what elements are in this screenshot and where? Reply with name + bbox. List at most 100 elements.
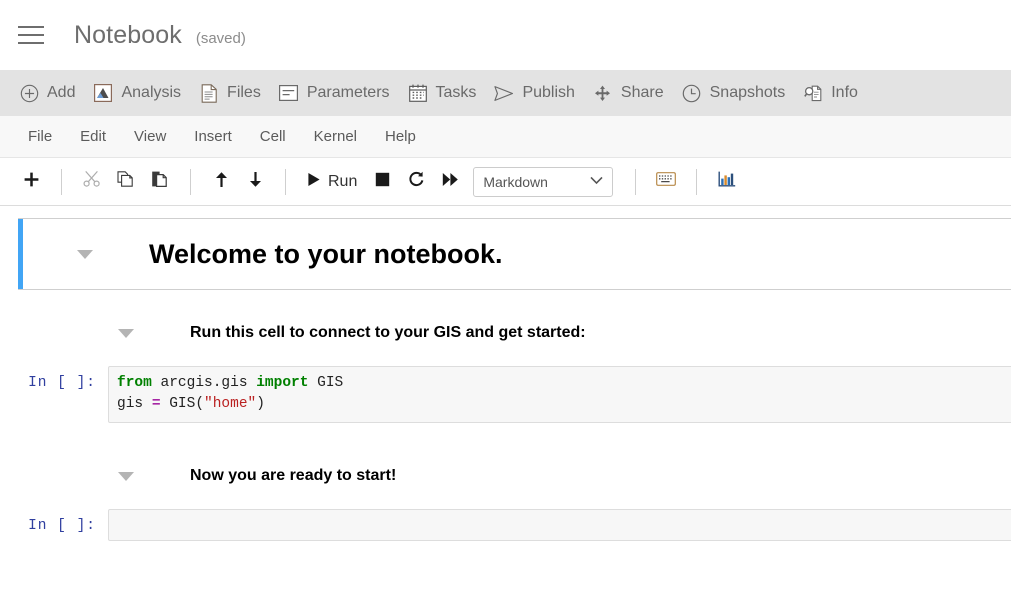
- toolbar-label: Files: [227, 84, 261, 102]
- share-node-icon: [593, 83, 613, 103]
- app-header: Notebook (saved): [0, 0, 1011, 70]
- calendar-icon: [408, 83, 428, 103]
- cell-prompt: In [ ]:: [18, 366, 108, 391]
- parameters-form-icon: [279, 83, 299, 103]
- bar-chart-icon: [718, 171, 736, 192]
- hamburger-line: [18, 42, 44, 44]
- menu-item-help[interactable]: Help: [371, 124, 430, 149]
- hamburger-line: [18, 34, 44, 36]
- toolbar-item-share[interactable]: Share: [584, 70, 673, 116]
- arrow-down-icon: [247, 171, 264, 193]
- toolbar-label: Analysis: [121, 84, 181, 102]
- arrow-up-icon: [213, 171, 230, 193]
- restart-circular-arrow-icon: [408, 171, 425, 193]
- toolbar-item-parameters[interactable]: Parameters: [270, 70, 399, 116]
- fast-forward-icon: [442, 172, 459, 192]
- keyboard-shortcuts-button[interactable]: [649, 167, 683, 197]
- plus-icon: [23, 171, 40, 193]
- analysis-icon: [93, 83, 113, 103]
- toolbar-item-analysis[interactable]: Analysis: [84, 70, 190, 116]
- toolbar-divider: [190, 169, 191, 195]
- notebook-cell-markdown[interactable]: Run this cell to connect to your GIS and…: [18, 308, 1011, 358]
- toolbar-label: Info: [831, 84, 858, 102]
- copy-icon: [117, 170, 135, 193]
- paper-plane-icon: [494, 83, 514, 103]
- code-editor[interactable]: [108, 509, 1011, 541]
- toolbar-divider: [635, 169, 636, 195]
- code-editor[interactable]: from arcgis.gis import GIS gis = GIS("ho…: [108, 366, 1011, 423]
- paste-cell-button[interactable]: [143, 167, 177, 197]
- toolbar-item-add[interactable]: Add: [10, 70, 84, 116]
- notebook-toolbar: Run Markdown: [0, 158, 1011, 206]
- code-keyword-import: import: [256, 375, 308, 391]
- code-paren-close: ): [256, 396, 265, 412]
- file-document-icon: [199, 83, 219, 103]
- markdown-heading: Welcome to your notebook.: [149, 239, 503, 270]
- toolbar-label: Snapshots: [710, 84, 786, 102]
- save-status: (saved): [196, 24, 246, 47]
- run-cell-button[interactable]: Run: [299, 167, 365, 197]
- play-icon: [307, 172, 321, 192]
- notebook-cell-code[interactable]: In [ ]: from arcgis.gis import GIS gis =…: [18, 358, 1011, 423]
- cell-spacer: [0, 423, 1011, 451]
- toolbar-label: Add: [47, 84, 75, 102]
- markdown-text: Run this cell to connect to your GIS and…: [190, 324, 586, 342]
- toolbar-item-info[interactable]: Info: [794, 70, 867, 116]
- markdown-text: Now you are ready to start!: [190, 467, 396, 485]
- restart-run-all-button[interactable]: [433, 167, 467, 197]
- menu-item-insert[interactable]: Insert: [180, 124, 246, 149]
- menu-item-kernel[interactable]: Kernel: [300, 124, 371, 149]
- code-name-gis: GIS: [308, 375, 343, 391]
- notebook-cell-markdown-selected[interactable]: Welcome to your notebook.: [18, 218, 1011, 290]
- keyboard-icon: [656, 172, 676, 191]
- toolbar-item-files[interactable]: Files: [190, 70, 270, 116]
- clock-icon: [682, 83, 702, 103]
- menu-item-cell[interactable]: Cell: [246, 124, 300, 149]
- code-module: arcgis.gis: [152, 375, 256, 391]
- toolbar-label: Parameters: [307, 84, 390, 102]
- cell-spacer: [0, 290, 1011, 308]
- menu-item-file[interactable]: File: [14, 124, 66, 149]
- plus-circle-icon: [19, 83, 39, 103]
- hamburger-icon[interactable]: [14, 18, 48, 52]
- notebook-cell-markdown[interactable]: Now you are ready to start!: [18, 451, 1011, 501]
- chart-button[interactable]: [710, 167, 744, 197]
- caret-down-icon[interactable]: [77, 250, 93, 259]
- code-call-gis: GIS(: [161, 396, 205, 412]
- toolbar-label: Tasks: [436, 84, 477, 102]
- paste-icon: [151, 170, 169, 193]
- code-string-home: "home": [204, 396, 256, 412]
- toolbar-label: Publish: [522, 84, 574, 102]
- code-variable-gis: gis: [117, 396, 152, 412]
- cut-cell-button[interactable]: [75, 167, 109, 197]
- run-label: Run: [328, 173, 357, 191]
- menu-item-edit[interactable]: Edit: [66, 124, 120, 149]
- toolbar-label: Share: [621, 84, 664, 102]
- chevron-down-icon: [590, 176, 603, 188]
- page-title: Notebook: [74, 21, 182, 50]
- code-operator-assign: =: [152, 396, 161, 412]
- menu-item-view[interactable]: View: [120, 124, 180, 149]
- interrupt-kernel-button[interactable]: [365, 167, 399, 197]
- document-search-icon: [803, 83, 823, 103]
- toolbar-divider: [285, 169, 286, 195]
- notebook-cell-code-empty[interactable]: In [ ]:: [18, 501, 1011, 541]
- cell-type-select[interactable]: Markdown: [473, 167, 613, 197]
- move-cell-up-button[interactable]: [204, 167, 238, 197]
- toolbar-item-tasks[interactable]: Tasks: [399, 70, 486, 116]
- toolbar-item-snapshots[interactable]: Snapshots: [673, 70, 795, 116]
- cell-type-value: Markdown: [483, 174, 548, 190]
- notebook-body: Welcome to your notebook. Run this cell …: [0, 206, 1011, 592]
- caret-down-icon[interactable]: [118, 472, 134, 481]
- copy-cell-button[interactable]: [109, 167, 143, 197]
- markdown-cell-content: Welcome to your notebook.: [23, 219, 1011, 289]
- toolbar-divider: [696, 169, 697, 195]
- stop-square-icon: [375, 172, 390, 192]
- cell-prompt: In [ ]:: [18, 509, 108, 534]
- move-cell-down-button[interactable]: [238, 167, 272, 197]
- insert-cell-button[interactable]: [14, 167, 48, 197]
- restart-kernel-button[interactable]: [399, 167, 433, 197]
- menu-bar: File Edit View Insert Cell Kernel Help: [0, 116, 1011, 158]
- toolbar-item-publish[interactable]: Publish: [485, 70, 583, 116]
- caret-down-icon[interactable]: [118, 329, 134, 338]
